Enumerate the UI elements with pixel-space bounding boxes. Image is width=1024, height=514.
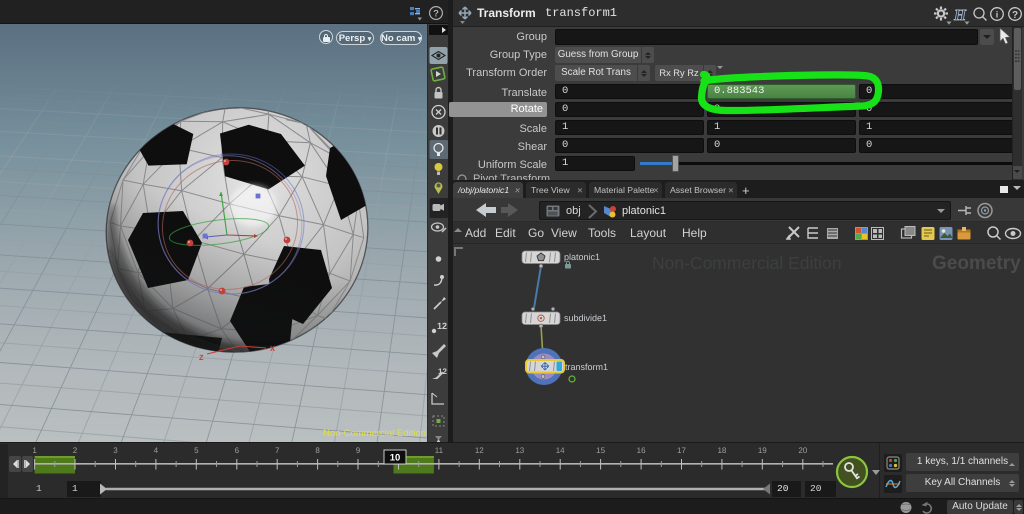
svg-text:9: 9 — [356, 446, 361, 455]
svg-text:?: ? — [433, 8, 439, 19]
svg-text:transform1: transform1 — [565, 362, 608, 372]
svg-text:i: i — [996, 10, 999, 20]
svg-text:4: 4 — [154, 446, 159, 455]
svg-text:13: 13 — [515, 446, 524, 455]
svg-text:X: X — [270, 344, 275, 353]
svg-text:20: 20 — [798, 446, 807, 455]
svg-text:12: 12 — [438, 367, 447, 376]
svg-text:7: 7 — [275, 446, 280, 455]
svg-text:6: 6 — [235, 446, 240, 455]
svg-text:10: 10 — [390, 453, 401, 464]
svg-text:Z: Z — [199, 353, 204, 362]
svg-text:3: 3 — [113, 446, 118, 455]
svg-text:12: 12 — [437, 321, 447, 331]
svg-text:5: 5 — [194, 446, 199, 455]
svg-text:18: 18 — [717, 446, 726, 455]
svg-text:1: 1 — [32, 446, 37, 455]
svg-text:platonic1: platonic1 — [564, 252, 600, 262]
svg-text:17: 17 — [677, 446, 686, 455]
svg-text:subdivide1: subdivide1 — [564, 313, 607, 323]
svg-text:14: 14 — [556, 446, 565, 455]
svg-text:15: 15 — [596, 446, 605, 455]
svg-text:19: 19 — [758, 446, 767, 455]
svg-text:16: 16 — [637, 446, 646, 455]
svg-text:?: ? — [1012, 10, 1018, 21]
svg-text:2: 2 — [73, 446, 78, 455]
svg-text:8: 8 — [315, 446, 320, 455]
svg-text:H: H — [953, 7, 967, 24]
svg-text:11: 11 — [435, 446, 444, 455]
svg-text:12: 12 — [475, 446, 484, 455]
